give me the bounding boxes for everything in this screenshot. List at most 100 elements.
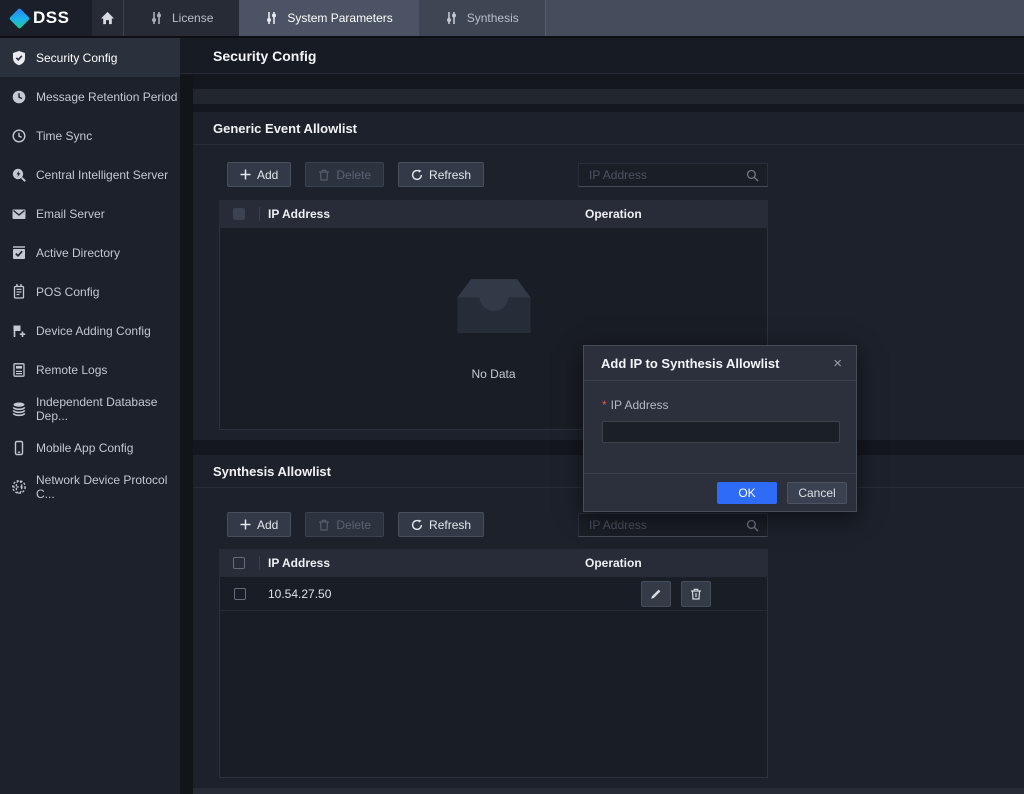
tab-synthesis[interactable]: Synthesis <box>419 0 546 36</box>
trash-icon <box>690 588 702 600</box>
mobile-phone-icon <box>11 440 27 456</box>
app-logo-text: DSS <box>33 8 69 28</box>
tab-label: System Parameters <box>287 11 392 25</box>
refresh-icon <box>411 169 423 181</box>
required-mark: * <box>602 398 607 412</box>
sidebar-item-label: Central Intelligent Server <box>36 168 168 182</box>
sidebar-item-active-directory[interactable]: Active Directory <box>0 233 180 272</box>
sidebar-item-network-device-protocol[interactable]: Network Device Protocol C... <box>0 467 180 506</box>
column-operation: Operation <box>585 207 642 221</box>
globe-icon <box>11 479 27 495</box>
refresh-button[interactable]: Refresh <box>398 512 484 537</box>
generic-toolbar: Add Delete Refresh <box>227 162 484 187</box>
plus-icon <box>240 519 251 530</box>
tab-license[interactable]: License <box>124 0 239 36</box>
magnifier-icon[interactable] <box>746 169 759 182</box>
database-icon <box>11 401 27 417</box>
sidebar-item-email-server[interactable]: Email Server <box>0 194 180 233</box>
cancel-button[interactable]: Cancel <box>787 482 847 504</box>
sidebar-item-remote-logs[interactable]: Remote Logs <box>0 350 180 389</box>
sidebar-item-label: Time Sync <box>36 129 92 143</box>
dialog-footer: OK Cancel <box>584 473 856 511</box>
synthesis-table: IP Address Operation 10.54.27.50 <box>219 549 768 778</box>
delete-row-button[interactable] <box>681 581 711 607</box>
log-server-icon <box>11 362 27 378</box>
sidebar-item-label: Remote Logs <box>36 363 107 377</box>
sliders-icon <box>150 11 163 25</box>
delete-button[interactable]: Delete <box>305 162 384 187</box>
close-icon[interactable]: × <box>833 356 842 371</box>
add-button[interactable]: Add <box>227 512 291 537</box>
ok-button[interactable]: OK <box>717 482 777 504</box>
select-all-checkbox[interactable] <box>233 208 245 220</box>
tab-system-parameters[interactable]: System Parameters <box>239 0 418 36</box>
intelligent-search-icon <box>11 167 27 183</box>
topbar: DSS License System Parameters Synthesis <box>0 0 1024 38</box>
refresh-icon <box>411 519 423 531</box>
refresh-button[interactable]: Refresh <box>398 162 484 187</box>
sidebar-item-label: Security Config <box>36 51 117 65</box>
sidebar: Security Config Message Retention Period… <box>0 38 180 794</box>
content-gutter <box>180 75 193 794</box>
table-header: IP Address Operation <box>219 549 768 577</box>
content-top-strip <box>193 89 1024 104</box>
ip-address-field[interactable] <box>602 421 840 443</box>
home-button[interactable] <box>92 0 124 36</box>
tab-label: License <box>172 11 213 25</box>
dss-logo-icon <box>9 7 30 28</box>
sidebar-item-independent-database[interactable]: Independent Database Dep... <box>0 389 180 428</box>
topbar-spacer <box>546 0 1024 36</box>
app-logo: DSS <box>0 0 92 36</box>
dialog-header: Add IP to Synthesis Allowlist × <box>584 346 856 381</box>
tab-label: Synthesis <box>467 11 519 25</box>
clock-icon <box>11 89 27 105</box>
row-checkbox[interactable] <box>234 588 246 600</box>
search-input[interactable] <box>579 514 767 536</box>
device-add-icon <box>11 323 27 339</box>
pos-terminal-icon <box>11 284 27 300</box>
sidebar-item-mobile-app-config[interactable]: Mobile App Config <box>0 428 180 467</box>
sidebar-item-label: Network Device Protocol C... <box>36 473 180 501</box>
ip-address-label: IP Address <box>611 398 669 412</box>
row-ip-value: 10.54.27.50 <box>268 587 331 601</box>
sidebar-item-pos-config[interactable]: POS Config <box>0 272 180 311</box>
checkbox-check-icon <box>11 245 27 261</box>
trash-icon <box>318 169 330 181</box>
pencil-icon <box>650 588 662 600</box>
edit-button[interactable] <box>641 581 671 607</box>
home-icon <box>100 11 115 25</box>
synthesis-toolbar: Add Delete Refresh <box>227 512 484 537</box>
sidebar-item-label: Device Adding Config <box>36 324 151 338</box>
refresh-button-label: Refresh <box>429 518 471 532</box>
generic-search <box>578 163 768 187</box>
select-all-checkbox[interactable] <box>233 557 245 569</box>
column-operation: Operation <box>585 556 642 570</box>
field-label-row: * IP Address <box>602 398 838 412</box>
page-header: Security Config <box>180 38 1024 74</box>
table-row: 10.54.27.50 <box>220 577 767 611</box>
section-title: Generic Event Allowlist <box>193 112 1024 145</box>
column-ip-address: IP Address <box>268 207 330 221</box>
search-input[interactable] <box>579 164 767 186</box>
empty-inbox-icon <box>446 270 542 342</box>
sidebar-item-time-sync[interactable]: Time Sync <box>0 116 180 155</box>
table-header: IP Address Operation <box>219 200 768 228</box>
sidebar-item-security-config[interactable]: Security Config <box>0 38 180 77</box>
sidebar-item-label: Message Retention Period <box>36 90 177 104</box>
page-title: Security Config <box>213 48 316 64</box>
content-bottom-strip <box>193 788 1024 794</box>
header-separator <box>259 207 260 221</box>
dialog-title: Add IP to Synthesis Allowlist <box>601 356 779 371</box>
sidebar-item-central-intelligent-server[interactable]: Central Intelligent Server <box>0 155 180 194</box>
add-button[interactable]: Add <box>227 162 291 187</box>
sidebar-item-label: Independent Database Dep... <box>36 395 180 423</box>
table-body: 10.54.27.50 <box>219 577 768 778</box>
dialog-body: * IP Address <box>584 381 856 443</box>
add-ip-dialog: Add IP to Synthesis Allowlist × * IP Addr… <box>583 345 857 512</box>
add-button-label: Add <box>257 168 278 182</box>
delete-button[interactable]: Delete <box>305 512 384 537</box>
sidebar-item-device-adding-config[interactable]: Device Adding Config <box>0 311 180 350</box>
row-operations <box>641 581 711 607</box>
sidebar-item-message-retention-period[interactable]: Message Retention Period <box>0 77 180 116</box>
magnifier-icon[interactable] <box>746 519 759 532</box>
